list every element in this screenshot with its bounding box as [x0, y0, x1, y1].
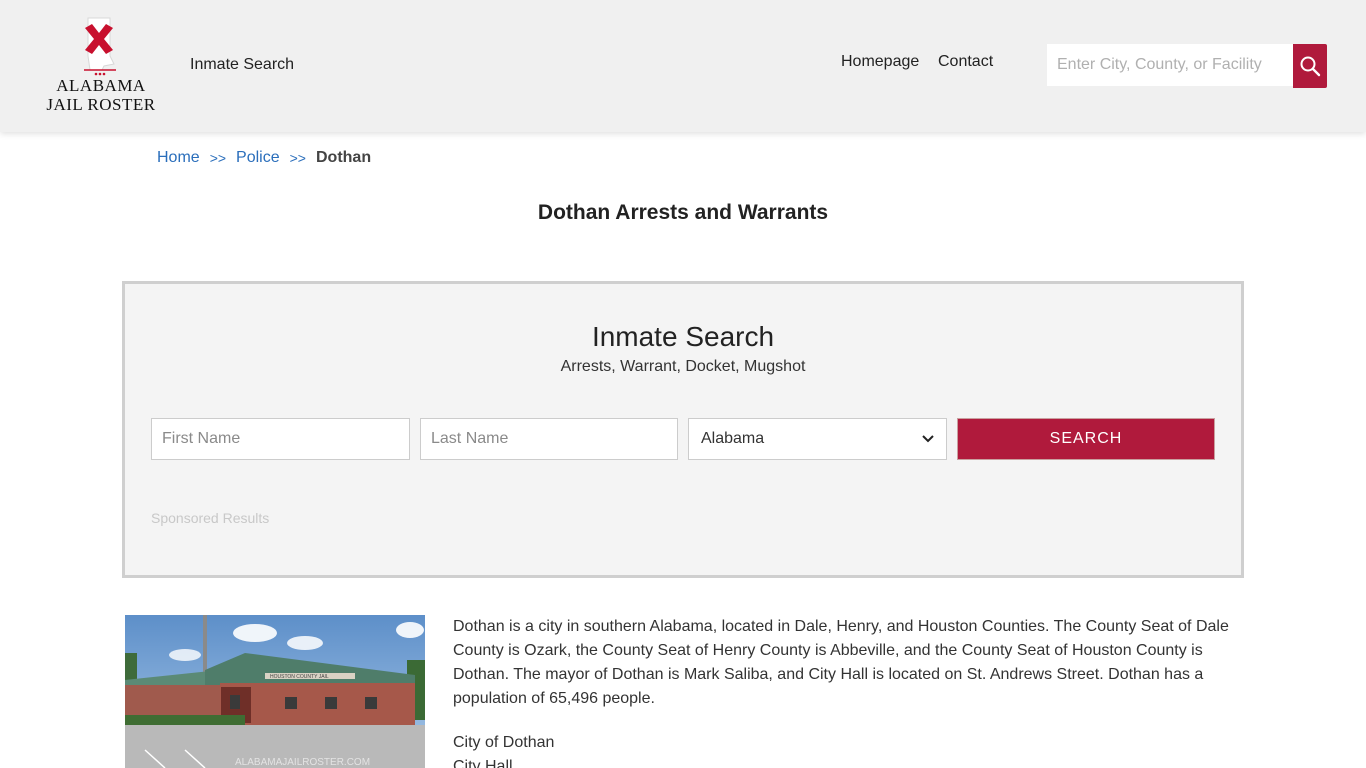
- jail-sign: HOUSTON COUNTY JAIL: [270, 674, 329, 680]
- state-select-value: Alabama: [701, 430, 765, 447]
- header-search-input[interactable]: [1047, 44, 1293, 86]
- panel-title: Inmate Search: [591, 321, 775, 352]
- last-name-input[interactable]: [420, 418, 678, 460]
- jail-photo: HOUSTON COUNTY JAIL ALABAMAJAILROSTER.CO…: [125, 615, 425, 768]
- nav-contact[interactable]: Contact: [938, 53, 993, 71]
- watermark: ALABAMAJAILROSTER.COM: [235, 757, 370, 768]
- site-header: ALABAMA JAIL ROSTER Inmate Search Homepa…: [0, 0, 1366, 132]
- nav-homepage[interactable]: Homepage: [841, 53, 919, 71]
- breadcrumb-police[interactable]: Police: [236, 149, 280, 167]
- state-select[interactable]: Alabama: [688, 418, 947, 460]
- alabama-flag-icon: [84, 17, 116, 76]
- breadcrumb-home[interactable]: Home: [157, 149, 200, 167]
- breadcrumb-current: Dothan: [315, 149, 372, 166]
- chevron-down-icon: [922, 435, 934, 443]
- breadcrumb-separator: >>: [289, 150, 306, 166]
- panel-subtitle: Arrests, Warrant, Docket, Mugshot: [560, 358, 806, 375]
- breadcrumb-separator: >>: [209, 150, 227, 166]
- page-title: Dothan Arrests and Warrants: [537, 201, 829, 224]
- first-name-input[interactable]: [151, 418, 410, 460]
- logo-text-jail-roster: JAIL ROSTER: [46, 95, 156, 114]
- city-name: City of Dothan: [453, 734, 555, 751]
- city-hall-label: City Hall: [453, 758, 513, 768]
- nav-inmate-search[interactable]: Inmate Search: [190, 56, 294, 74]
- inmate-search-panel: Inmate Search Arrests, Warrant, Docket, …: [122, 281, 1244, 578]
- sponsored-results-label: Sponsored Results: [151, 510, 270, 526]
- search-icon: [1300, 56, 1321, 77]
- site-logo[interactable]: ALABAMA JAIL ROSTER: [46, 16, 158, 116]
- search-button[interactable]: SEARCH: [957, 418, 1215, 460]
- header-search-button[interactable]: [1293, 44, 1327, 88]
- city-description: Dothan is a city in southern Alabama, lo…: [453, 618, 1229, 707]
- breadcrumb: Home >> Police >> Dothan: [157, 149, 371, 167]
- logo-text-alabama: ALABAMA: [56, 76, 146, 95]
